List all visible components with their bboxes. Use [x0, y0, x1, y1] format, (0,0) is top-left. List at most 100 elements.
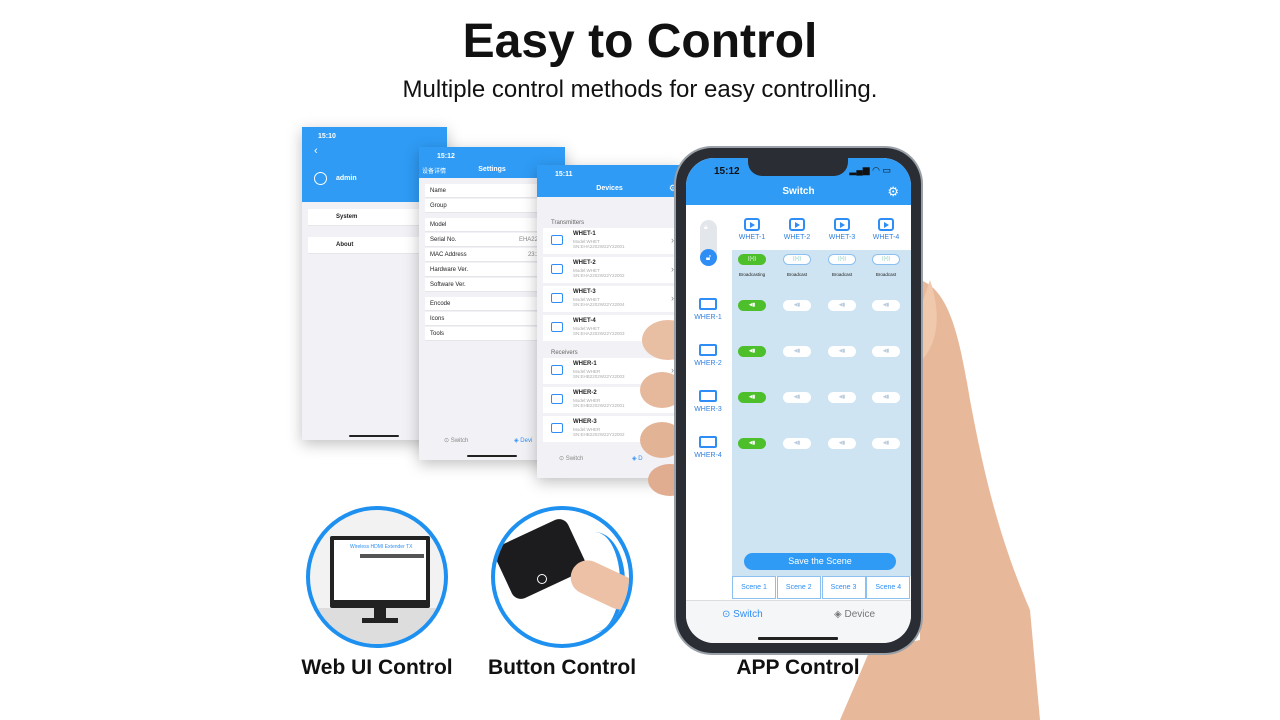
user-name: admin — [336, 175, 357, 182]
device-info: Model:WHET SN:EHA2202W22Y22003 — [573, 326, 625, 336]
status-time: 15:12 — [437, 153, 455, 160]
nav-device[interactable]: ◈ Devi — [514, 437, 532, 444]
monitor-icon — [699, 436, 717, 448]
transmitter-column[interactable]: WHET-3 — [820, 218, 864, 241]
broadcast-status: Broadcast — [786, 272, 808, 277]
settings-row-label: Software Ver. — [430, 282, 466, 288]
transmitter-column[interactable]: WHET-1 — [730, 218, 774, 241]
receiver-row-label: WHER-3 — [692, 390, 724, 413]
app-control-label: APP Control — [736, 656, 860, 679]
route-toggle[interactable]: ◀▮ — [828, 300, 856, 311]
device-info: Model:WHET SN:EHA2202W22Y22004 — [573, 297, 625, 307]
page-title: Easy to Control — [462, 15, 818, 68]
tv-icon — [551, 293, 563, 303]
back-icon[interactable]: ‹ — [314, 145, 318, 157]
nav-switch[interactable]: ⊙ Switch — [559, 455, 583, 462]
receiver-row-label: WHER-2 — [692, 344, 724, 367]
chevron-right-icon: › — [671, 235, 674, 245]
route-toggle[interactable]: ◀▮ — [783, 392, 811, 403]
device-info: Model:WHET SN:EHA2202W22Y22001 — [573, 239, 625, 249]
unlock-icon[interactable]: 🔓︎ — [700, 249, 717, 266]
receiver-row-label: WHER-4 — [692, 436, 724, 459]
transmitter-name: WHET-1 — [738, 234, 766, 241]
scene-tab[interactable]: Scene 3 — [821, 576, 866, 599]
route-toggle[interactable]: ◀▮ — [738, 438, 766, 449]
home-indicator — [758, 637, 838, 640]
receiver-name: WHER-1 — [694, 314, 722, 321]
status-icons: ▂▄▆ ◠ ▭ — [849, 165, 891, 175]
settings-row-label: Model — [430, 222, 447, 228]
nav-switch[interactable]: ⊙ Switch — [444, 437, 468, 444]
device-name: WHER-3 — [573, 419, 597, 425]
tv-icon — [834, 218, 850, 231]
settings-row-label: MAC Address — [430, 252, 467, 258]
broadcast-toggle[interactable]: ((•)) — [828, 254, 856, 265]
settings-row-label: Icons — [430, 316, 445, 322]
route-toggle[interactable]: ◀▮ — [872, 438, 900, 449]
route-toggle[interactable]: ◀▮ — [738, 300, 766, 311]
tv-icon — [878, 218, 894, 231]
device-name: WHET-4 — [573, 318, 596, 324]
broadcast-status: Broadcast — [875, 272, 897, 277]
device-info: Model:WHER SN:EHB2202W22Y22002 — [573, 427, 625, 437]
tv-icon — [744, 218, 760, 231]
status-time: 15:10 — [318, 133, 336, 140]
device-name: WHER-2 — [573, 390, 597, 396]
route-toggle[interactable]: ◀▮ — [872, 346, 900, 357]
monitor-icon — [699, 298, 717, 310]
route-toggle[interactable]: ◀▮ — [828, 346, 856, 357]
broadcast-status: Broadcasting — [738, 272, 766, 277]
route-toggle[interactable]: ◀▮ — [828, 438, 856, 449]
screen-title: Devices — [596, 185, 623, 192]
device-info: Model:WHET SN:EHA2202W22Y22002 — [573, 268, 625, 278]
receivers-label: Receivers — [551, 350, 578, 356]
nav-device[interactable]: ◈ Device — [834, 609, 875, 620]
scene-tab[interactable]: Scene 2 — [776, 576, 821, 599]
lock-toggle[interactable]: 🔒︎ 🔓︎ — [700, 220, 717, 266]
route-toggle[interactable]: ◀▮ — [783, 300, 811, 311]
route-toggle[interactable]: ◀▮ — [872, 300, 900, 311]
receiver-name: WHER-3 — [694, 406, 722, 413]
settings-row-label: Tools — [430, 331, 445, 337]
scene-tab[interactable]: Scene 4 — [866, 576, 911, 599]
tv-icon — [551, 235, 563, 245]
transmitter-name: WHET-2 — [783, 234, 811, 241]
route-toggle[interactable]: ◀▮ — [872, 392, 900, 403]
device-name: WHER-1 — [573, 361, 597, 367]
bottom-nav: ⊙ Switch ◈ Device — [686, 600, 911, 643]
gear-icon[interactable]: ⚙ — [887, 184, 899, 200]
route-toggle[interactable]: ◀▮ — [783, 346, 811, 357]
web-ui-image: Wireless HDMI Extender TX — [306, 506, 448, 648]
device-list-item[interactable]: WHET-1 Model:WHET SN:EHA2202W22Y22001 › — [543, 228, 676, 254]
button-control-label: Button Control — [487, 656, 637, 679]
device-name: WHET-2 — [573, 260, 596, 266]
route-toggle[interactable]: ◀▮ — [783, 438, 811, 449]
chevron-right-icon: › — [671, 264, 674, 274]
route-toggle[interactable]: ◀▮ — [738, 392, 766, 403]
save-scene-button[interactable]: Save the Scene — [744, 553, 896, 570]
broadcast-toggle[interactable]: ((•)) — [783, 254, 811, 265]
settings-row-label: Hardware Ver. — [430, 267, 469, 273]
monitor-icon — [699, 344, 717, 356]
transmitter-column[interactable]: WHET-2 — [775, 218, 819, 241]
device-name: WHET-1 — [573, 231, 596, 237]
scene-tab[interactable]: Scene 1 — [732, 576, 776, 599]
web-ui-control-label: Web UI Control — [301, 656, 453, 679]
broadcast-toggle[interactable]: ((•)) — [738, 254, 766, 265]
broadcast-toggle[interactable]: ((•)) — [872, 254, 900, 265]
matrix-area — [732, 250, 911, 576]
tv-icon — [551, 264, 563, 274]
nav-switch[interactable]: ⊙ Switch — [722, 609, 763, 620]
home-indicator — [349, 435, 399, 437]
device-info: Model:WHER SN:EHB2202W22Y22001 — [573, 398, 625, 408]
broadcast-status: Broadcast — [831, 272, 853, 277]
transmitters-label: Transmitters — [551, 220, 585, 226]
receiver-name: WHER-2 — [694, 360, 722, 367]
monitor-icon — [699, 390, 717, 402]
button-device-image — [491, 506, 633, 648]
route-toggle[interactable]: ◀▮ — [738, 346, 766, 357]
settings-row-label: Group — [430, 203, 447, 209]
transmitter-column[interactable]: WHET-4 — [864, 218, 908, 241]
route-toggle[interactable]: ◀▮ — [828, 392, 856, 403]
monitor-icon — [551, 365, 563, 375]
